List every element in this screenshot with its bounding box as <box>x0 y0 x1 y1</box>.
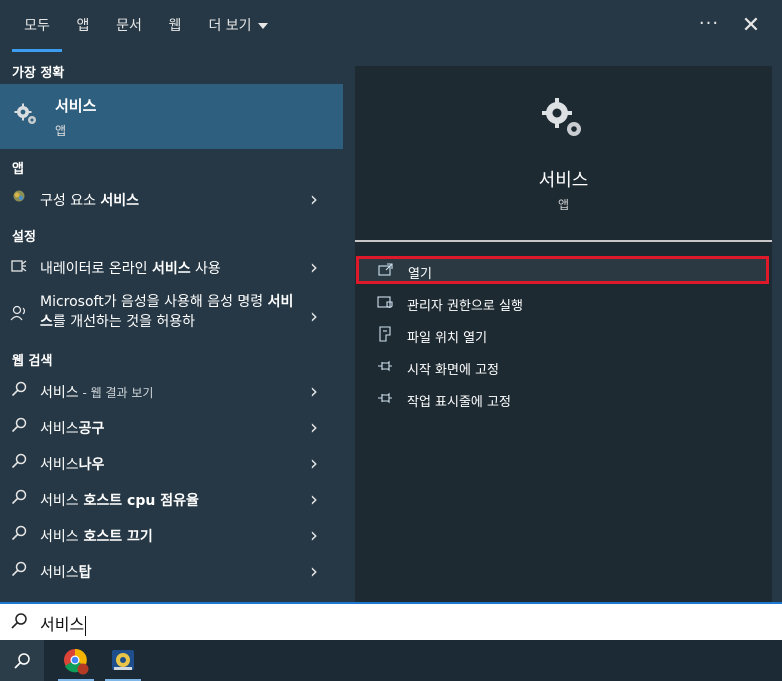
run-as-admin-label: 관리자 권한으로 실행 <box>407 299 523 314</box>
chevron-right-icon: › <box>310 487 318 511</box>
list-item-label: 내레이터로 온라인 서비스 사용 <box>40 261 221 277</box>
list-item-setting[interactable]: Microsoft가 음성을 사용해 음성 명령 서비스를 개선하는 것을 허용… <box>0 292 343 338</box>
more-options-button[interactable]: ··· <box>694 0 724 52</box>
pin-icon <box>377 390 393 406</box>
taskbar <box>0 640 782 681</box>
search-input[interactable]: 서비스 <box>0 602 782 640</box>
gears-icon <box>14 103 36 124</box>
list-item-web[interactable]: 서비스나우 › <box>0 446 343 480</box>
chevron-right-icon: › <box>310 451 318 475</box>
chevron-right-icon: › <box>310 255 318 279</box>
search-icon <box>14 653 30 669</box>
results-list: 가장 정확 서비스 앱 앱 구성 요소 서비스 › 설정 내레이터로 온라인 서… <box>0 52 343 602</box>
best-match-header: 가장 정확 <box>12 66 65 81</box>
list-item-label: Microsoft가 음성을 사용해 음성 명령 서비스를 개선하는 것을 허용… <box>40 294 294 330</box>
list-item-label: 서비스공구 <box>40 421 105 437</box>
detail-type: 앱 <box>557 198 570 212</box>
tab-apps[interactable]: 앱 <box>68 0 98 52</box>
search-icon <box>10 561 28 579</box>
search-value: 서비스 <box>40 615 87 636</box>
search-icon <box>11 613 27 629</box>
list-item-web[interactable]: 서비스 - 웹 결과 보기 › <box>0 374 343 408</box>
settings-header: 설정 <box>12 230 36 245</box>
narrator-icon <box>10 257 28 275</box>
tab-more-dropdown[interactable]: 더 보기 <box>200 0 276 52</box>
list-item-web[interactable]: 서비스공구 › <box>0 410 343 444</box>
component-services-icon <box>10 189 28 207</box>
list-item-web[interactable]: 서비스 호스트 끄기 › <box>0 518 343 552</box>
best-match-type: 앱 <box>55 124 67 138</box>
open-file-location-action[interactable]: 파일 위치 열기 <box>355 319 772 351</box>
chevron-right-icon: › <box>310 415 318 439</box>
taskbar-chrome[interactable] <box>54 640 98 681</box>
detail-pane: 서비스 앱 열기 관리자 권한으로 실행 파일 위치 열기 시작 화면에 고정 … <box>355 66 772 602</box>
list-item-web[interactable]: 서비스탑 › <box>0 554 343 588</box>
tab-documents-label: 문서 <box>116 18 142 34</box>
pin-to-start-action[interactable]: 시작 화면에 고정 <box>355 351 772 383</box>
open-file-location-label: 파일 위치 열기 <box>407 331 488 346</box>
list-item-label: 서비스 - 웹 결과 보기 <box>40 385 154 401</box>
search-icon <box>10 381 28 399</box>
search-icon <box>10 525 28 543</box>
tab-all[interactable]: 모두 <box>12 0 62 52</box>
tab-documents[interactable]: 문서 <box>108 0 150 52</box>
chevron-right-icon: › <box>310 523 318 547</box>
chevron-right-icon: › <box>310 379 318 403</box>
run-as-admin-action[interactable]: 관리자 권한으로 실행 <box>355 287 772 319</box>
list-item-label: 서비스나우 <box>40 457 105 473</box>
search-filter-tabs: 모두 앱 문서 웹 더 보기 ··· ✕ <box>0 0 782 52</box>
pin-icon <box>377 358 393 374</box>
divider <box>355 240 772 242</box>
gears-icon <box>542 98 581 136</box>
tab-more-label: 더 보기 <box>208 18 252 34</box>
taskbar-search-button[interactable] <box>0 640 44 681</box>
taskbar-media-app[interactable] <box>101 640 145 681</box>
pin-to-taskbar-label: 작업 표시줄에 고정 <box>407 395 511 410</box>
search-icon <box>10 453 28 471</box>
chevron-right-icon: › <box>310 187 318 211</box>
chevron-down-icon <box>257 23 268 29</box>
close-button[interactable]: ✕ <box>736 0 766 52</box>
tab-all-label: 모두 <box>24 18 50 34</box>
shield-icon <box>377 294 393 310</box>
list-item-label: 서비스탑 <box>40 565 92 581</box>
chrome-icon <box>64 648 89 675</box>
list-item-web[interactable]: 서비스 호스트 cpu 점유율 › <box>0 482 343 516</box>
list-item-label: 서비스 호스트 끄기 <box>40 529 153 545</box>
list-item-label: 서비스 호스트 cpu 점유율 <box>40 493 199 509</box>
open-action-label: 열기 <box>408 267 432 282</box>
tab-web-label: 웹 <box>168 18 182 34</box>
tab-apps-label: 앱 <box>76 18 90 34</box>
search-icon <box>10 417 28 435</box>
tab-web[interactable]: 웹 <box>160 0 190 52</box>
media-player-icon <box>112 650 134 670</box>
list-item-app[interactable]: 구성 요소 서비스 › <box>0 182 343 216</box>
pin-to-taskbar-action[interactable]: 작업 표시줄에 고정 <box>355 383 772 415</box>
list-item-setting[interactable]: 내레이터로 온라인 서비스 사용 › <box>0 250 343 284</box>
best-match-name: 서비스 <box>55 97 97 115</box>
best-match-item[interactable]: 서비스 앱 <box>0 84 343 149</box>
start-search-window: 모두 앱 문서 웹 더 보기 ··· ✕ 가장 정확 서비스 앱 앱 구성 요소 <box>0 0 782 681</box>
search-icon <box>10 489 28 507</box>
file-location-icon <box>377 326 393 342</box>
chevron-right-icon: › <box>310 304 318 328</box>
apps-header: 앱 <box>12 162 24 177</box>
web-search-header: 웹 검색 <box>12 354 53 369</box>
chevron-right-icon: › <box>310 559 318 583</box>
pin-to-start-label: 시작 화면에 고정 <box>407 363 499 378</box>
open-action[interactable]: 열기 <box>356 256 769 284</box>
list-item-label: 구성 요소 서비스 <box>40 193 140 209</box>
open-icon <box>378 262 394 278</box>
speech-icon <box>10 304 28 322</box>
detail-title: 서비스 <box>538 170 589 191</box>
